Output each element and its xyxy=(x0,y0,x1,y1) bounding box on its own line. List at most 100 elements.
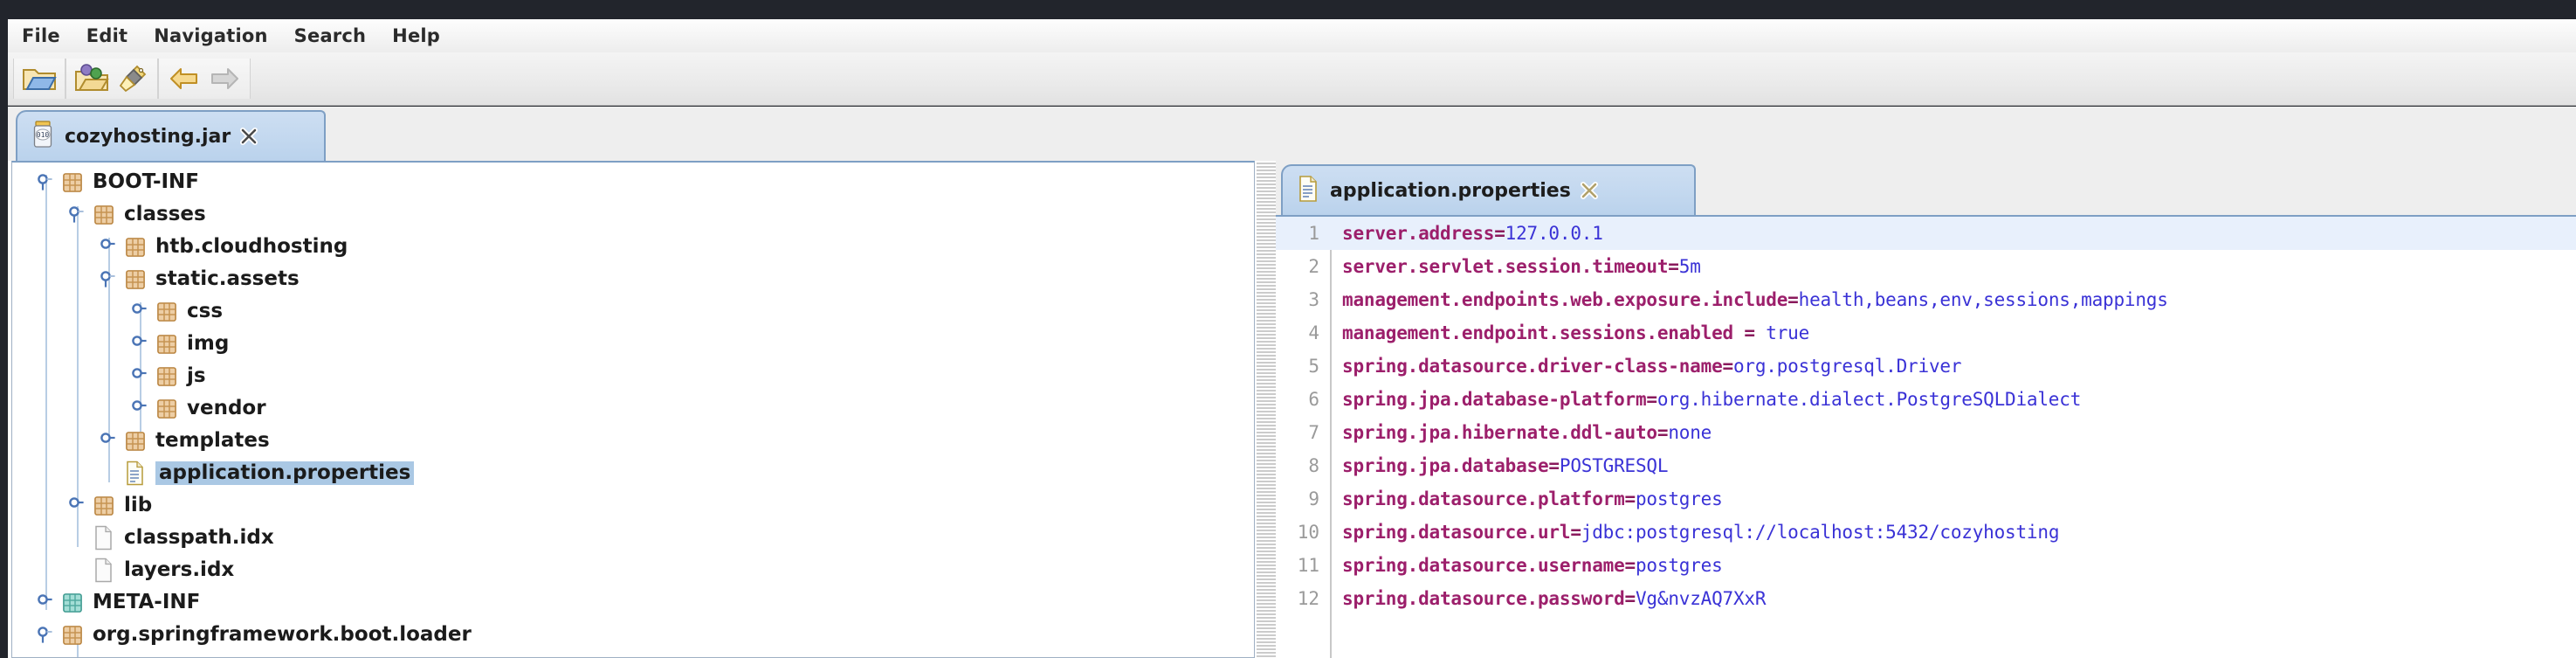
tree-item-lib[interactable]: lib xyxy=(12,489,1254,522)
code-line[interactable]: 10spring.datasource.url=jdbc:postgresql:… xyxy=(1276,516,2576,549)
line-number: 7 xyxy=(1276,422,1330,443)
tree-item-label: lib xyxy=(124,495,152,516)
expand-handle-icon[interactable] xyxy=(127,364,154,390)
tree-item-label: application.properties xyxy=(155,461,414,485)
tree-item-label: vendor xyxy=(187,398,266,419)
menu-bar: File Edit Navigation Search Help xyxy=(8,19,2576,52)
code-line[interactable]: 4management.endpoint.sessions.enabled = … xyxy=(1276,316,2576,350)
code-line[interactable]: 7spring.jpa.hibernate.ddl-auto=none xyxy=(1276,416,2576,449)
property-separator: = xyxy=(1723,356,1733,377)
code-line[interactable]: 11spring.datasource.username=postgres xyxy=(1276,549,2576,582)
tree-item-js[interactable]: js xyxy=(12,360,1254,392)
plain-file-icon xyxy=(91,525,117,551)
tree-item-meta-inf[interactable]: META-INF xyxy=(12,586,1254,619)
arrow-back-icon xyxy=(168,66,201,92)
tree-item-layers-idx[interactable]: layers.idx xyxy=(12,554,1254,586)
package-icon xyxy=(122,428,148,454)
navigate-back-button[interactable] xyxy=(164,59,204,98)
menu-item-file[interactable]: File xyxy=(20,24,62,48)
tree-item-org-springframework-boot-loader[interactable]: org.springframework.boot.loader xyxy=(12,619,1254,651)
tree-item-htb-cloudhosting[interactable]: htb.cloudhosting xyxy=(12,231,1254,263)
code-line-text: spring.datasource.password=Vg&nvzAQ7XxR xyxy=(1330,588,1766,609)
package-icon xyxy=(122,234,148,260)
editor-body[interactable]: 1server.address=127.0.0.12server.servlet… xyxy=(1276,215,2576,658)
code-line-text: spring.datasource.username=postgres xyxy=(1330,555,1723,576)
property-separator: = xyxy=(1646,389,1656,410)
code-line[interactable]: 8spring.jpa.database=POSTGRESQL xyxy=(1276,449,2576,482)
collapse-handle-icon[interactable] xyxy=(65,202,91,228)
collapse-handle-icon[interactable] xyxy=(33,622,59,648)
jar-tab-cozyhosting[interactable]: 010 cozyhosting.jar xyxy=(16,110,326,161)
editor-tab-application-properties[interactable]: application.properties xyxy=(1281,164,1696,215)
open-file-button[interactable] xyxy=(19,59,59,98)
code-line[interactable]: 12spring.datasource.password=Vg&nvzAQ7Xx… xyxy=(1276,582,2576,615)
tree-item-boot-inf[interactable]: BOOT-INF xyxy=(12,166,1254,198)
code-line-text: server.address=127.0.0.1 xyxy=(1330,223,1603,244)
tree-item-static-assets[interactable]: static.assets xyxy=(12,263,1254,295)
tree-item-application-properties[interactable]: application.properties xyxy=(12,457,1254,489)
tree-item-css[interactable]: css xyxy=(12,295,1254,328)
close-icon[interactable] xyxy=(239,127,258,146)
edit-button[interactable] xyxy=(112,59,152,98)
menu-item-search[interactable]: Search xyxy=(293,24,368,48)
menu-item-navigation[interactable]: Navigation xyxy=(152,24,269,48)
expand-handle-icon[interactable] xyxy=(127,396,154,422)
tree-item-classes[interactable]: classes xyxy=(12,198,1254,231)
collapse-handle-icon[interactable] xyxy=(33,170,59,196)
property-value: postgres xyxy=(1636,555,1723,576)
application-window: File Edit Navigation Search Help 010 cozyhos… xyxy=(0,0,2576,658)
expand-handle-icon[interactable] xyxy=(127,331,154,357)
meta-package-icon xyxy=(59,590,86,616)
package-icon xyxy=(91,202,117,228)
property-key: spring.jpa.database xyxy=(1342,455,1548,476)
code-line[interactable]: 1server.address=127.0.0.1 xyxy=(1276,217,2576,250)
panel-splitter[interactable] xyxy=(1257,161,1276,658)
code-line[interactable]: 3management.endpoints.web.exposure.inclu… xyxy=(1276,283,2576,316)
code-line[interactable]: 9spring.datasource.platform=postgres xyxy=(1276,482,2576,516)
expand-handle-icon[interactable] xyxy=(65,655,91,658)
menu-item-edit[interactable]: Edit xyxy=(85,24,129,48)
property-key: spring.jpa.database-platform xyxy=(1342,389,1646,410)
property-value: none xyxy=(1668,422,1712,443)
property-key: spring.datasource.driver-class-name xyxy=(1342,356,1723,377)
tree-item-archive[interactable]: archive xyxy=(12,651,1254,658)
window-left-edge xyxy=(0,0,8,658)
code-line-text: management.endpoint.sessions.enabled = t… xyxy=(1330,322,1809,343)
jar-tab-strip: 010 cozyhosting.jar xyxy=(8,107,2576,161)
open-classpath-button[interactable] xyxy=(72,59,112,98)
code-line[interactable]: 2server.servlet.session.timeout=5m xyxy=(1276,250,2576,283)
expand-handle-icon[interactable] xyxy=(96,428,122,454)
expand-handle-icon[interactable] xyxy=(96,234,122,260)
expand-handle-icon[interactable] xyxy=(127,299,154,325)
property-value: org.hibernate.dialect.PostgreSQLDialect xyxy=(1657,389,2081,410)
editor-tab-strip: application.properties xyxy=(1276,161,2576,215)
expand-handle-icon[interactable] xyxy=(65,493,91,519)
tree-item-img[interactable]: img xyxy=(12,328,1254,360)
line-number: 3 xyxy=(1276,289,1330,310)
code-line[interactable]: 6spring.jpa.database-platform=org.hibern… xyxy=(1276,383,2576,416)
jar-tree-panel[interactable]: BOOT-INFclasseshtb.cloudhostingstatic.as… xyxy=(11,161,1255,658)
property-key: spring.datasource.url xyxy=(1342,522,1570,543)
tree-item-classpath-idx[interactable]: classpath.idx xyxy=(12,522,1254,554)
code-line-text: server.servlet.session.timeout=5m xyxy=(1330,256,1701,277)
close-icon[interactable] xyxy=(1580,181,1599,200)
tree-item-label: META-INF xyxy=(93,592,200,613)
pencil-edit-icon xyxy=(116,64,148,94)
menu-item-help[interactable]: Help xyxy=(390,24,442,48)
code-line-text: management.endpoints.web.exposure.includ… xyxy=(1330,289,2168,310)
tree-item-vendor[interactable]: vendor xyxy=(12,392,1254,425)
tree-leaf-spacer xyxy=(65,558,91,584)
property-key: management.endpoint.sessions.enabled xyxy=(1342,322,1744,343)
collapse-handle-icon[interactable] xyxy=(96,267,122,293)
code-area[interactable]: 1server.address=127.0.0.12server.servlet… xyxy=(1276,217,2576,615)
code-line-text: spring.datasource.url=jdbc:postgresql://… xyxy=(1330,522,2059,543)
properties-file-icon xyxy=(1297,175,1319,206)
main-split-area: BOOT-INFclasseshtb.cloudhostingstatic.as… xyxy=(8,161,2576,658)
tree-item-templates[interactable]: templates xyxy=(12,425,1254,457)
line-number: 12 xyxy=(1276,588,1330,609)
expand-handle-icon[interactable] xyxy=(33,590,59,616)
property-separator: = xyxy=(1657,422,1668,443)
open-classpath-folder-icon xyxy=(74,64,109,94)
code-line[interactable]: 5spring.datasource.driver-class-name=org… xyxy=(1276,350,2576,383)
navigate-forward-button[interactable] xyxy=(204,59,245,98)
